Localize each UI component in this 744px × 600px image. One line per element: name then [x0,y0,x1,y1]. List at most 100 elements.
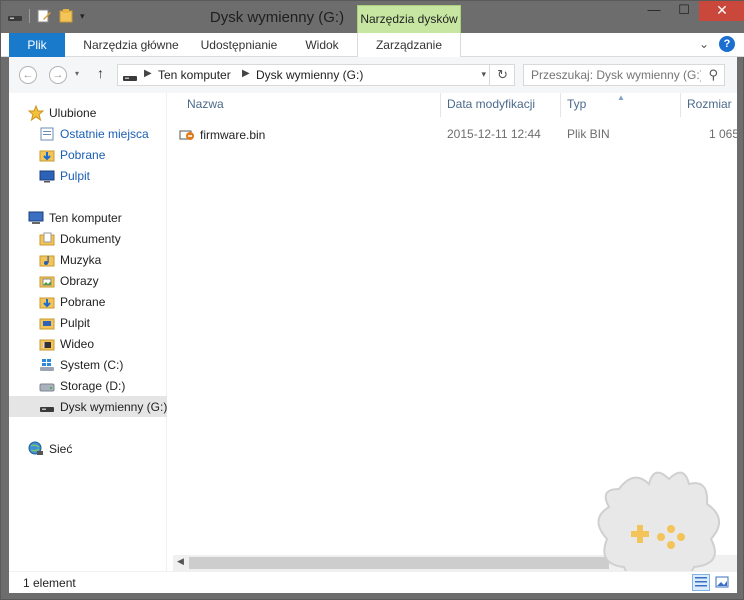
nav-item-downloads[interactable]: Pobrane [9,291,167,312]
large-icons-view-button[interactable] [713,574,731,591]
scroll-left-icon[interactable]: ◀ [177,556,184,567]
scrollbar-thumb[interactable] [189,557,609,569]
computer-icon [28,211,44,224]
maximize-button[interactable]: ☐ [669,1,699,21]
nav-item-videos[interactable]: Wideo [9,333,167,354]
status-bar: 1 element [9,571,737,593]
tab-file[interactable]: Plik [9,33,65,57]
address-divider [489,65,490,85]
tab-view[interactable]: Widok [291,33,353,57]
nav-label: Pulpit [60,315,91,330]
nav-label: Pulpit [60,168,91,183]
recent-locations-icon[interactable]: ▾ [75,69,79,78]
search-icon[interactable]: ⚲ [708,67,718,83]
downloads-folder-icon [39,150,55,161]
nav-item-music[interactable]: Muzyka [9,249,167,270]
column-header-name[interactable]: Nazwa [187,97,224,111]
recent-places-icon [40,127,54,140]
hard-drive-icon [39,383,55,391]
downloads-folder-icon [39,297,55,308]
nav-item-downloads-fav[interactable]: Pobrane [9,144,167,165]
nav-label: Dysk wymienny (G:) [60,399,168,414]
nav-label: Storage (D:) [60,378,126,393]
nav-label: Pobrane [60,294,106,309]
expand-ribbon-icon[interactable]: ⌄ [699,37,709,51]
forward-button[interactable]: → [49,66,67,84]
address-row: ← → ▾ ↑ ▶ Ten komputer ▶ Dysk wymienny (… [9,57,737,93]
item-count: 1 element [23,576,76,590]
ribbon-tabs: Plik Narzędzia główne Udostępnianie Wido… [1,33,744,57]
column-divider[interactable] [440,93,441,117]
nav-label: Ostatnie miejsca [60,126,149,141]
column-header-type[interactable]: Typ [567,97,586,111]
refresh-icon[interactable]: ↻ [497,67,508,83]
navigation-pane: Ulubione Ostatnie miejsca Pobrane Pulpit… [9,93,167,571]
title-bar: ▾ Dysk wymienny (G:) Narzędzia dysków — … [1,1,744,33]
music-folder-icon [39,255,55,266]
file-name: firmware.bin [200,128,266,142]
chevron-right-icon[interactable]: ▶ [144,68,152,79]
star-icon [28,104,44,121]
nav-item-documents[interactable]: Dokumenty [9,228,167,249]
chevron-right-icon[interactable]: ▶ [242,68,250,79]
nav-item-system-c[interactable]: System (C:) [9,354,167,375]
nav-label: Obrazy [60,273,99,288]
nav-label: Dokumenty [60,231,121,246]
watermark-logo [597,471,720,584]
pictures-folder-icon [39,276,55,287]
search-input[interactable] [531,68,701,82]
address-dropdown-icon[interactable]: ▾ [481,69,486,80]
nav-network[interactable]: Sieć [9,438,167,459]
nav-item-desktop[interactable]: Pulpit [9,312,167,333]
nav-label: Ulubione [49,105,97,120]
nav-label: Wideo [60,336,95,351]
windows-drive-icon [40,358,54,371]
up-button[interactable]: ↑ [97,65,104,81]
nav-label: Muzyka [60,252,102,267]
file-type: Plik BIN [567,127,610,141]
help-icon[interactable]: ? [719,36,735,52]
nav-item-pictures[interactable]: Obrazy [9,270,167,291]
file-row[interactable]: firmware.bin 2015-12-11 12:44 Plik BIN 1… [179,125,740,145]
context-tab-disk-tools[interactable]: Narzędzia dysków [357,5,461,33]
breadcrumb-this-pc[interactable]: Ten komputer [158,68,231,82]
removable-drive-icon [40,406,54,412]
tab-manage[interactable]: Zarządzanie [357,33,461,57]
address-bar[interactable]: ▶ Ten komputer ▶ Dysk wymienny (G:) ▾ ↻ [117,64,515,86]
bin-file-icon [179,130,194,140]
nav-this-pc[interactable]: Ten komputer [9,207,167,228]
network-icon [28,441,43,455]
nav-item-storage-d[interactable]: Storage (D:) [9,375,167,396]
file-size: 1 065 [709,127,740,141]
back-button[interactable]: ← [19,66,37,84]
minimize-button[interactable]: — [639,1,669,21]
nav-item-recent-places[interactable]: Ostatnie miejsca [9,123,167,144]
nav-favorites[interactable]: Ulubione [9,102,167,123]
large-icons-view-icon [715,576,729,588]
tab-share[interactable]: Udostępnianie [193,33,285,57]
documents-folder-icon [39,232,55,245]
nav-label: Ten komputer [49,210,122,225]
breadcrumb-removable-drive[interactable]: Dysk wymienny (G:) [256,68,363,82]
nav-item-removable-g[interactable]: Dysk wymienny (G:) [9,396,167,417]
tab-home[interactable]: Narzędzia główne [73,33,189,57]
column-divider[interactable] [560,93,561,117]
nav-item-desktop-fav[interactable]: Pulpit [9,165,167,186]
nav-label: Sieć [49,441,73,456]
nav-label: System (C:) [60,357,124,372]
ribbon-controls: ⌄ ? [699,36,735,52]
drive-icon [123,76,137,81]
column-header-size[interactable]: Rozmiar [687,97,732,111]
search-box: ⚲ [523,64,725,86]
column-header-date[interactable]: Data modyfikacji [447,97,535,111]
videos-folder-icon [39,339,55,350]
details-view-button[interactable] [692,574,710,591]
close-button[interactable]: ✕ [699,1,744,21]
column-divider[interactable] [680,93,681,117]
file-date: 2015-12-11 12:44 [447,127,541,141]
desktop-folder-icon [39,318,55,329]
details-view-icon [695,577,707,587]
window-controls: — ☐ ✕ [639,1,744,21]
nav-label: Pobrane [60,147,106,162]
desktop-icon [39,170,55,182]
